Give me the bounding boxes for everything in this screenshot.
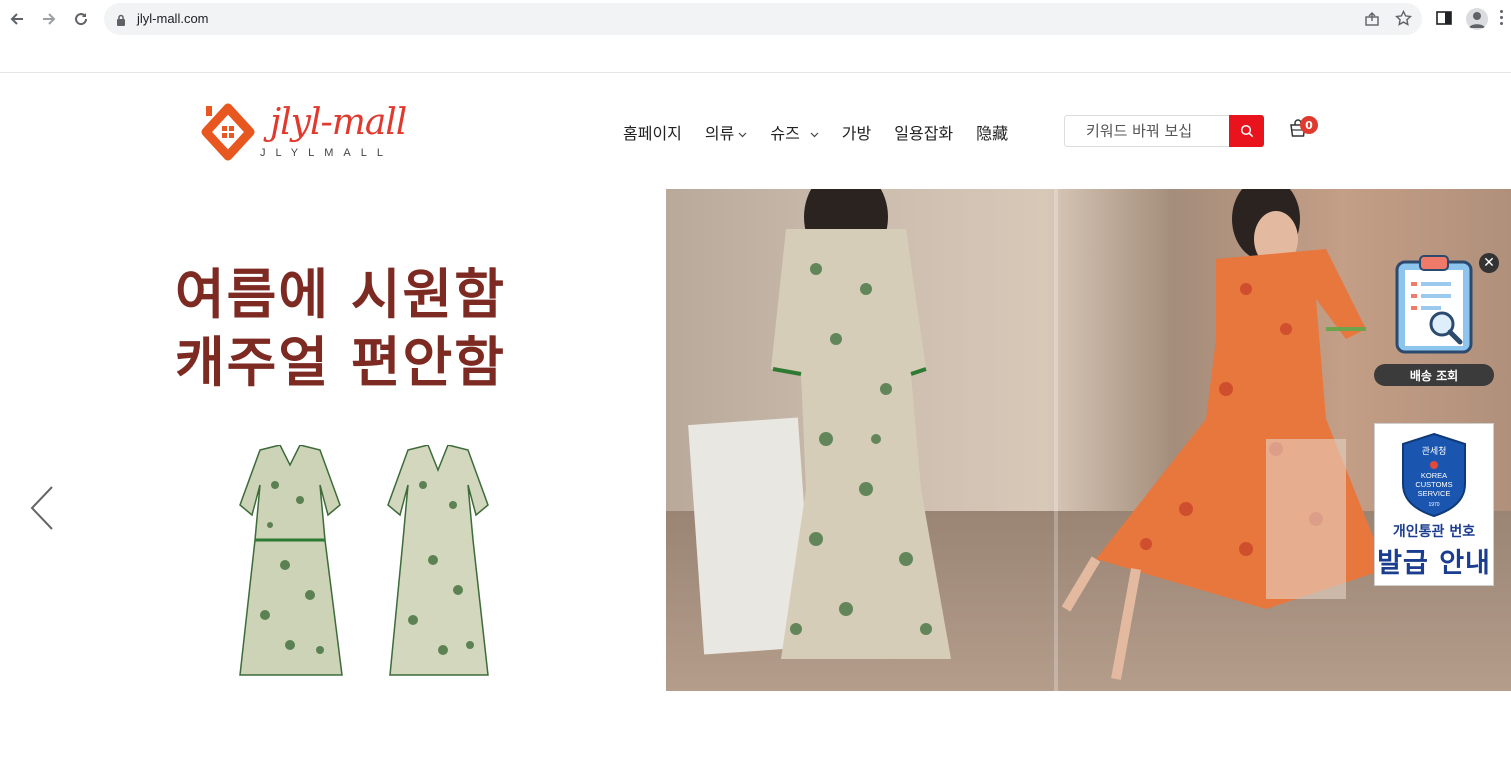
address-bar[interactable]: jlyl-mall.com <box>104 3 1422 35</box>
nav-item-bags[interactable]: 가방 <box>842 120 871 144</box>
close-widget-button[interactable]: ✕ <box>1479 253 1499 273</box>
nav-item-label: 가방 <box>841 124 872 143</box>
customs-shield-line-1: KOREA <box>1421 471 1447 480</box>
profile-avatar-icon[interactable] <box>1466 8 1488 30</box>
clipboard-search-icon <box>1395 255 1473 354</box>
share-icon[interactable] <box>1364 11 1380 31</box>
customs-shield-title: 관세청 <box>1422 446 1447 456</box>
korea-customs-shield-icon: 관세청 KOREA CUSTOMS SERVICE 1970 <box>1402 432 1466 518</box>
customs-line-1: 개인통관 번호 <box>1392 524 1476 540</box>
customs-shield-line-3: SERVICE <box>1418 489 1451 498</box>
reload-button[interactable] <box>70 8 92 30</box>
arrow-left-icon <box>10 13 23 25</box>
chevron-left-icon <box>30 486 53 530</box>
customs-id-banner[interactable]: 관세청 KOREA CUSTOMS SERVICE 1970 개인통관 번호 발… <box>1374 423 1494 586</box>
nav-item-label: 홈페이지 <box>623 124 682 143</box>
banner-headline: 여름에 시원함 캐주얼 편안함 <box>175 261 506 397</box>
logo-subtitle: JLYLMALL <box>260 147 393 159</box>
main-nav: 홈페이지 의류 슈즈 가방 일용잡화 隐藏 <box>623 120 1031 144</box>
slider-prev-button[interactable] <box>28 485 58 531</box>
bookmark-star-icon[interactable] <box>1395 9 1412 31</box>
customs-shield-year: 1970 <box>1428 502 1439 508</box>
side-panel-icon[interactable] <box>1436 10 1452 30</box>
nav-item-label: 슈즈 <box>770 124 800 143</box>
browser-menu-icon[interactable] <box>1500 10 1506 28</box>
lock-icon <box>116 12 126 31</box>
headline-line-2: 캐주얼 편안함 <box>175 331 506 394</box>
close-icon: ✕ <box>1483 255 1495 271</box>
dress-front-thumbnail <box>387 445 489 676</box>
customs-line-2: 발급 안내 <box>1377 548 1491 579</box>
chevron-down-icon <box>738 123 747 142</box>
browser-toolbar: jlyl-mall.com <box>0 0 1511 38</box>
chevron-down-icon <box>810 123 819 142</box>
search-icon <box>1240 124 1253 138</box>
dress-back-thumbnail <box>239 445 343 676</box>
nav-item-clothing[interactable]: 의류 <box>705 120 747 144</box>
cart-count-badge: 0 <box>1300 116 1318 134</box>
nav-item-daily-goods[interactable]: 일용잡화 <box>894 120 953 144</box>
forward-button[interactable] <box>38 8 60 30</box>
nav-item-label: 의류 <box>704 124 735 143</box>
nav-item-hidden[interactable]: 隐藏 <box>976 120 1008 144</box>
headline-line-1: 여름에 시원함 <box>175 263 506 326</box>
arrow-right-icon <box>43 13 56 25</box>
house-logo-icon <box>201 103 255 161</box>
banner-text-panel: 여름에 시원함 캐주얼 편안함 <box>0 189 666 691</box>
customs-shield-line-2: CUSTOMS <box>1415 480 1452 489</box>
url-text: jlyl-mall.com <box>137 11 209 26</box>
logo-wordmark: jlyl-mall <box>270 102 407 143</box>
hero-banner[interactable]: 여름에 시원함 캐주얼 편안함 <box>0 189 1511 691</box>
back-button[interactable] <box>6 8 28 30</box>
search-box <box>1064 115 1264 147</box>
reload-icon <box>75 13 88 26</box>
search-button[interactable] <box>1229 115 1264 147</box>
site-logo[interactable]: jlyl-mall JLYLMALL <box>200 102 410 164</box>
nav-item-home[interactable]: 홈페이지 <box>623 120 682 144</box>
toolbar-divider <box>0 72 1511 73</box>
shipping-tracker-label[interactable]: 배송 조회 <box>1374 364 1494 386</box>
nav-item-label: 隐藏 <box>976 124 1009 143</box>
nav-item-shoes[interactable]: 슈즈 <box>770 120 819 144</box>
nav-item-label: 일용잡화 <box>894 124 954 143</box>
search-input[interactable] <box>1065 116 1230 146</box>
